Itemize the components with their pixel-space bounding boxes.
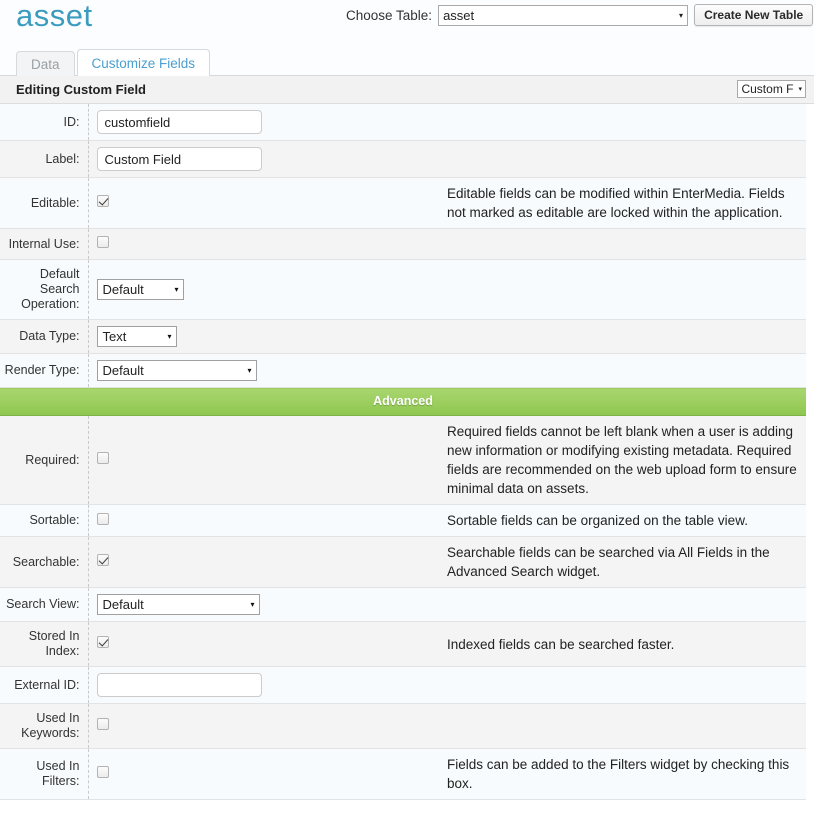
field-label: Required:	[0, 415, 89, 505]
field-label: Used In Keywords:	[0, 703, 89, 749]
form-row: Data Type: Text ▾	[0, 319, 806, 354]
checkbox[interactable]	[96, 236, 109, 248]
dropdown-select-value: Text	[102, 329, 127, 344]
chevron-down-icon: ▾	[174, 285, 179, 294]
field-control: Custom Field	[88, 140, 806, 178]
checkbox[interactable]	[96, 195, 109, 207]
field-label: External ID:	[0, 666, 89, 704]
form-row: Used In Filters: Fields can be added to t…	[0, 748, 806, 800]
section-header-advanced: Advanced	[0, 387, 806, 416]
choose-table-value: asset	[443, 7, 475, 23]
tab-customize-fields[interactable]: Customize Fields	[76, 49, 211, 76]
field-description: Indexed fields can be searched faster.	[447, 621, 806, 667]
field-label: Stored In Index:	[0, 621, 89, 667]
field-description: Sortable fields can be organized on the …	[447, 504, 806, 537]
field-control: customfield	[88, 104, 806, 141]
field-label: Label:	[0, 140, 89, 178]
field-control: Default ▾	[88, 587, 806, 622]
field-control: Text ▾	[88, 319, 806, 354]
field-control	[88, 703, 447, 749]
field-control: Default ▾	[88, 353, 806, 388]
field-label: Sortable:	[0, 504, 89, 537]
field-label: Used In Filters:	[0, 748, 89, 800]
dropdown-select[interactable]: Default ▾	[96, 360, 257, 381]
dropdown-select-value: Default	[102, 363, 144, 378]
form-row: Used In Keywords:	[0, 703, 806, 749]
dropdown-select[interactable]: Text ▾	[96, 326, 177, 347]
custom-field-select[interactable]: Custom F ▾	[737, 80, 806, 98]
choose-table-label: Choose Table:	[346, 7, 433, 23]
form-row: Label: Custom Field	[0, 140, 806, 178]
top-bar: asset Choose Table: asset ▾ Create New T…	[0, 0, 814, 45]
choose-table-select[interactable]: asset ▾	[438, 4, 689, 26]
form-row: Search View: Default ▾	[0, 587, 806, 622]
dropdown-select-value: Default	[102, 597, 144, 612]
table-chooser: Choose Table: asset ▾ Create New Table	[346, 4, 814, 26]
field-control	[88, 415, 447, 505]
form-row: Editable: Editable fields can be modified…	[0, 177, 806, 229]
app-logo: asset	[16, 0, 93, 33]
text-input[interactable]	[96, 673, 262, 697]
dropdown-select[interactable]: Default ▾	[96, 279, 184, 300]
form-row: Stored In Index: Indexed fields can be se…	[0, 621, 806, 667]
form-row: Default Search Operation: Default ▾	[0, 259, 806, 320]
field-control	[88, 504, 447, 537]
dropdown-select[interactable]: Default ▾	[96, 594, 260, 615]
chevron-down-icon: ▾	[679, 10, 684, 20]
form-row: ID: customfield	[0, 104, 806, 141]
field-label: Searchable:	[0, 536, 89, 588]
custom-field-select-value: Custom F	[741, 82, 794, 96]
create-new-table-button[interactable]: Create New Table	[694, 4, 814, 26]
chevron-down-icon: ▾	[247, 366, 252, 375]
chevron-down-icon: ▾	[798, 86, 802, 93]
checkbox[interactable]	[96, 636, 109, 648]
text-input-value: Custom Field	[104, 151, 182, 167]
checkbox[interactable]	[96, 554, 109, 566]
form-row: External ID:	[0, 666, 806, 704]
form-row: Required: Required fields cannot be left …	[0, 415, 806, 505]
field-description: Searchable fields can be searched via Al…	[447, 536, 806, 588]
field-control	[88, 228, 447, 260]
field-control	[88, 177, 447, 229]
checkbox[interactable]	[96, 512, 109, 525]
checkbox[interactable]	[96, 766, 109, 778]
field-description	[447, 228, 806, 260]
field-description: Required fields cannot be left blank whe…	[447, 415, 806, 505]
field-control	[88, 621, 447, 667]
form-row: Sortable: Sortable fields can be organize…	[0, 504, 806, 537]
text-input[interactable]: customfield	[96, 110, 262, 134]
text-input[interactable]: Custom Field	[96, 147, 262, 171]
field-description: Fields can be added to the Filters widge…	[447, 748, 806, 800]
field-control: Default ▾	[88, 259, 806, 320]
field-label: Editable:	[0, 177, 89, 229]
field-control	[88, 536, 447, 588]
custom-field-form: ID: customfield Label: Custom Field Editable…	[0, 104, 806, 800]
checkbox[interactable]	[96, 452, 109, 464]
checkbox[interactable]	[96, 718, 109, 730]
field-label: ID:	[0, 104, 89, 141]
editing-header: Editing Custom Field Custom F ▾	[0, 76, 814, 104]
field-label: Internal Use:	[0, 228, 89, 260]
chevron-down-icon: ▾	[250, 600, 255, 609]
field-label: Search View:	[0, 587, 89, 622]
field-label: Render Type:	[0, 353, 89, 388]
text-input-value: customfield	[104, 114, 171, 130]
dropdown-select-value: Default	[102, 282, 144, 297]
field-label: Data Type:	[0, 319, 89, 354]
field-description: Editable fields can be modified within E…	[447, 177, 806, 229]
section-title: Advanced	[373, 394, 433, 408]
form-row: Internal Use:	[0, 228, 806, 260]
field-description	[447, 703, 806, 749]
page-title: Editing Custom Field	[16, 82, 146, 97]
field-label: Default Search Operation:	[0, 259, 89, 320]
field-control	[88, 748, 447, 800]
form-row: Render Type: Default ▾	[0, 353, 806, 388]
tab-strip: Data Customize Fields	[0, 45, 814, 76]
tab-data[interactable]: Data	[16, 51, 75, 76]
chevron-down-icon: ▾	[167, 332, 172, 341]
field-control	[88, 666, 806, 704]
form-row: Searchable: Searchable fields can be sear…	[0, 536, 806, 588]
